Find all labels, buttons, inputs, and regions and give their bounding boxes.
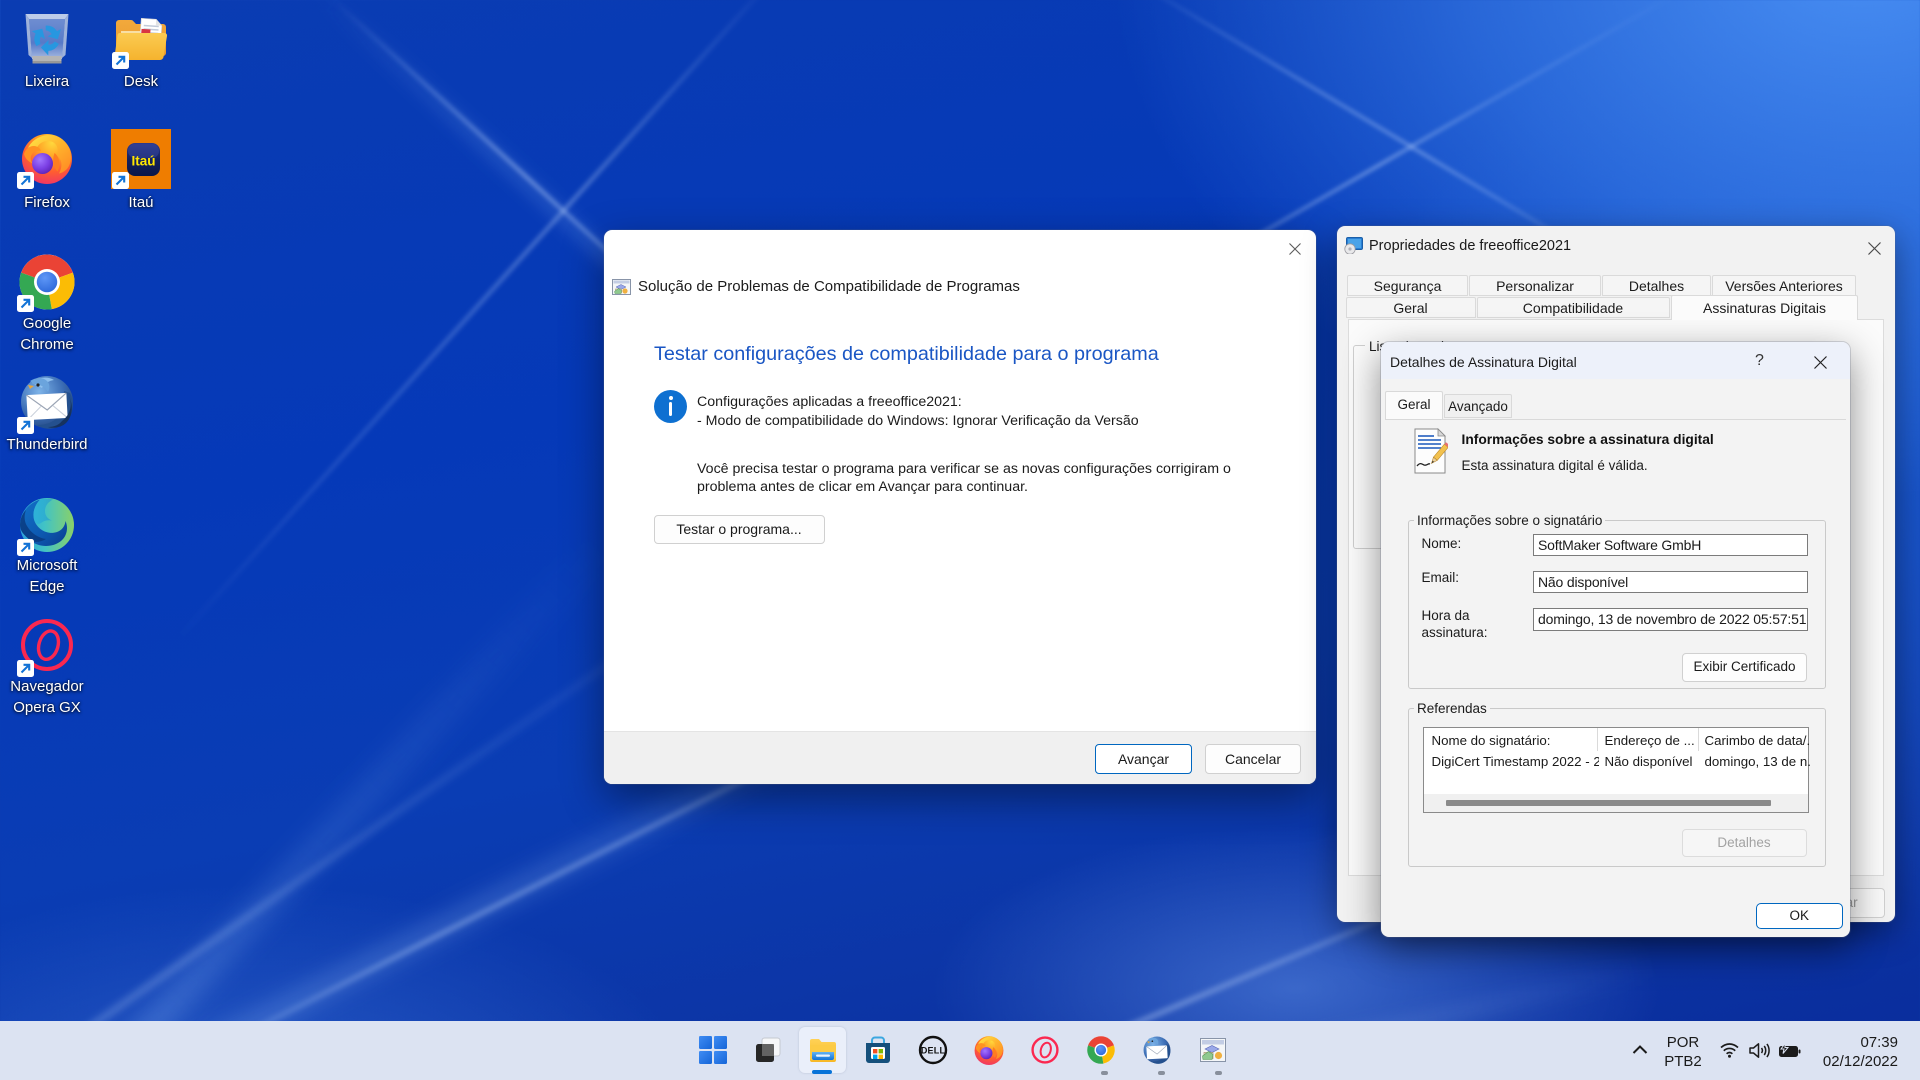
svg-text:Itaú: Itaú: [131, 154, 155, 169]
svg-text:DELL: DELL: [921, 1046, 946, 1056]
